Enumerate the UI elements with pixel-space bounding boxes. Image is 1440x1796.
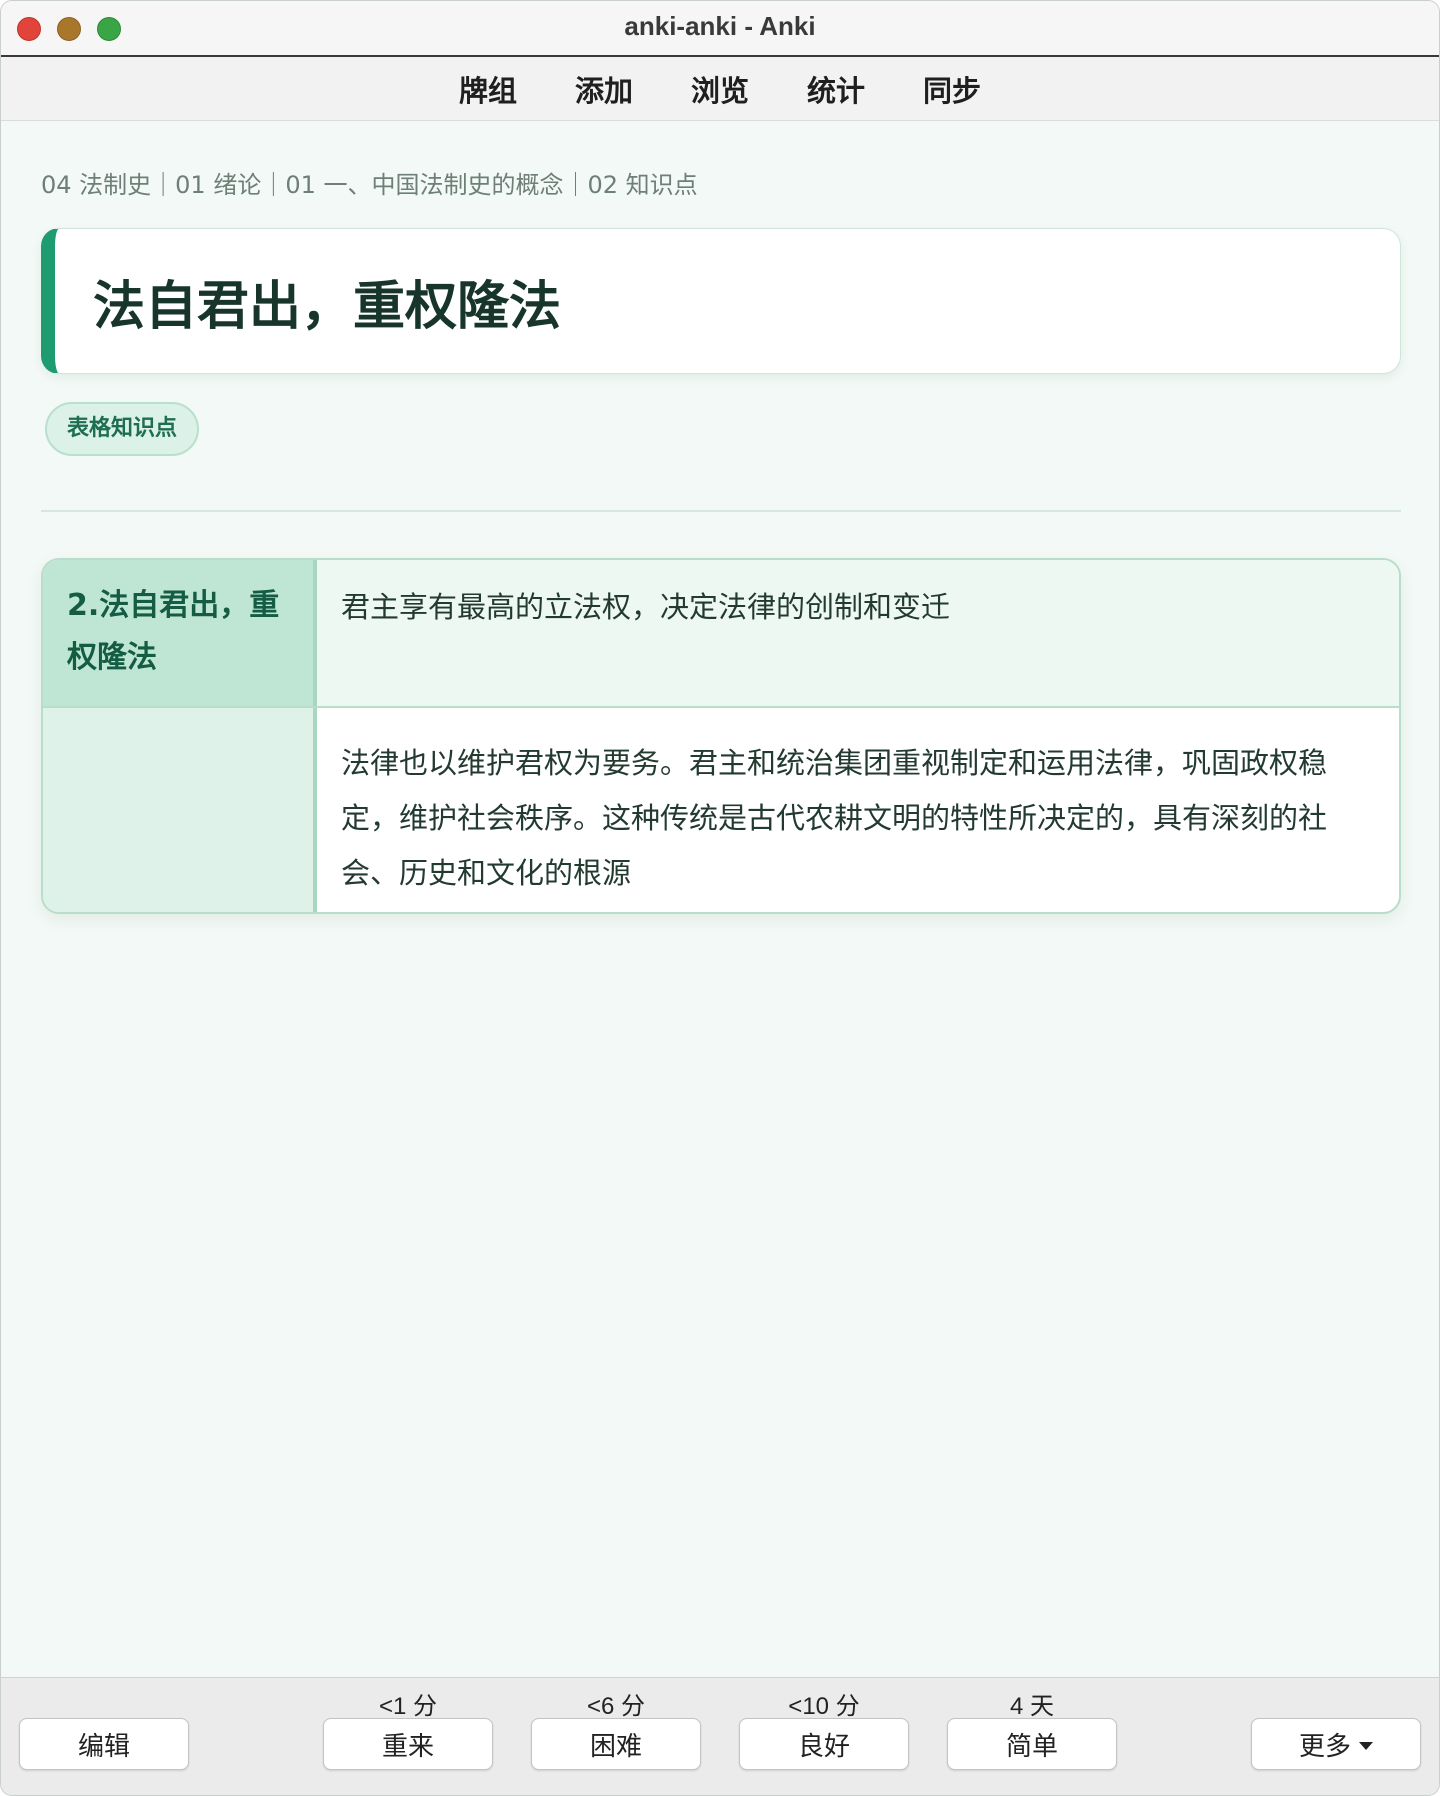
hard-button[interactable]: 困难 [531,1718,701,1770]
divider [41,510,1401,512]
card-content: 04 法制史｜01 绪论｜01 一、中国法制史的概念｜02 知识点 法自君出，重… [41,121,1401,914]
nav-browse[interactable]: 浏览 [691,68,749,110]
card-title: 法自君出，重权隆法 [93,276,562,337]
table-cell-empty [43,708,317,912]
more-button[interactable]: 更多 [1251,1718,1421,1770]
easy-button-label: 简单 [1005,1731,1058,1762]
nav-decks[interactable]: 牌组 [459,68,517,110]
edit-button[interactable]: 编辑 [19,1718,189,1770]
table-cell-heading: 2.法自君出，重权隆法 [43,560,317,706]
table-cell-text: 法律也以维护君权为要务。君主和统治集团重视制定和运用法律，巩固政权稳定，维护社会… [341,746,1328,890]
chevron-down-icon [1359,1742,1373,1750]
window-title: anki-anki - Anki [624,11,816,41]
good-button-label: 良好 [797,1731,850,1762]
nav-add[interactable]: 添加 [575,68,633,110]
hard-interval: <6 分 [586,1693,646,1720]
card-tag: 表格知识点 [45,402,200,456]
easy-button[interactable]: 简单 [947,1718,1117,1770]
table-cell-text: 君主享有最高的立法权，决定法律的创制和变迁 [317,560,1399,706]
good-interval: <10 分 [788,1693,860,1720]
again-interval: <1 分 [378,1693,438,1720]
table-row: 法律也以维护君权为要务。君主和统治集团重视制定和运用法律，巩固政权稳定，维护社会… [43,706,1399,912]
edit-button-label: 编辑 [77,1731,130,1762]
again-button-label: 重来 [381,1731,434,1762]
hard-button-label: 困难 [589,1731,642,1762]
title-bar: anki-anki - Anki [1,1,1439,57]
again-button[interactable]: 重来 [323,1718,493,1770]
breadcrumb: 04 法制史｜01 绪论｜01 一、中国法制史的概念｜02 知识点 [41,171,698,199]
easy-interval: 4 天 [1009,1693,1054,1720]
table-row: 2.法自君出，重权隆法 君主享有最高的立法权，决定法律的创制和变迁 [43,560,1399,706]
top-nav: 牌组 添加 浏览 统计 同步 [1,57,1439,121]
good-button[interactable]: 良好 [739,1718,909,1770]
more-button-label: 更多 [1298,1731,1351,1762]
nav-stats[interactable]: 统计 [807,68,865,110]
nav-sync[interactable]: 同步 [923,68,981,110]
knowledge-table: 2.法自君出，重权隆法 君主享有最高的立法权，决定法律的创制和变迁 法律也以维护… [41,558,1401,914]
card-title-box: 法自君出，重权隆法 [41,228,1401,374]
anki-window: anki-anki - Anki 牌组 添加 浏览 统计 同步 04 法制史｜0… [0,0,1440,1796]
review-bottom-bar: 编辑 <1 分 重来 <6 分 困难 <10 分 良好 4 天 简单 更多 [1,1677,1439,1795]
